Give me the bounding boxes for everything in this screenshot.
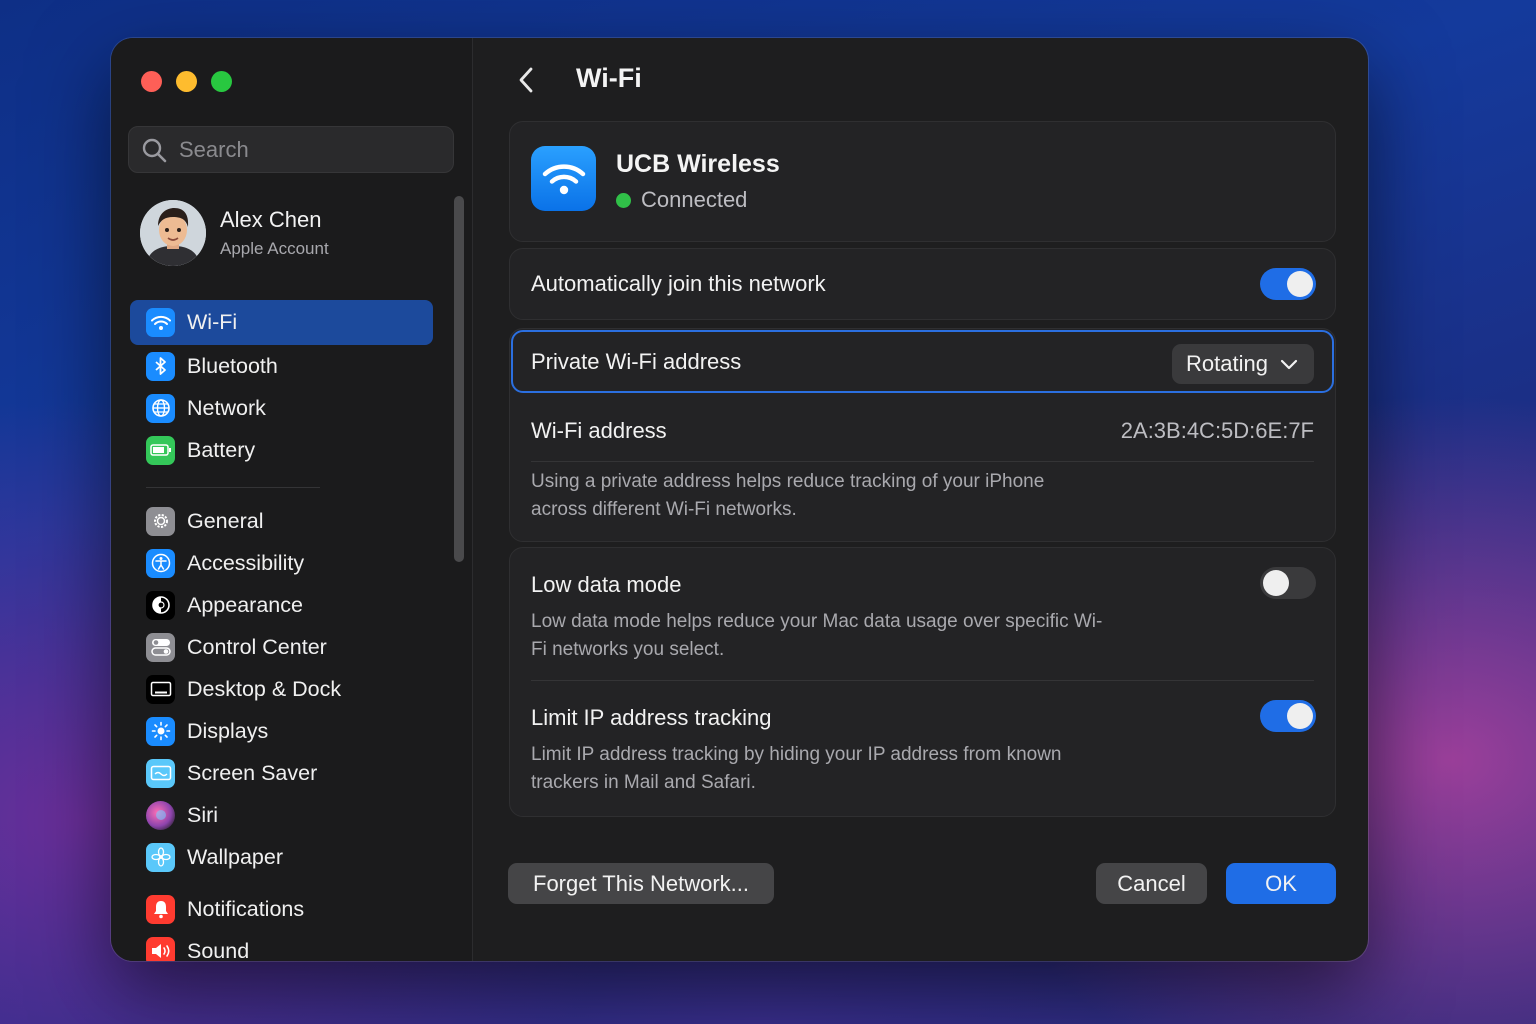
low-data-toggle[interactable] xyxy=(1260,567,1316,599)
auto-join-label: Automatically join this network xyxy=(531,271,826,296)
sidebar-item-network[interactable]: Network xyxy=(130,387,433,429)
row-divider xyxy=(531,680,1314,681)
sidebar-item-label: Network xyxy=(187,395,266,420)
sidebar-item-battery[interactable]: Battery xyxy=(130,429,433,471)
gear-icon xyxy=(146,506,175,536)
row-divider xyxy=(531,461,1314,462)
sidebar-scrollbar[interactable] xyxy=(454,196,464,562)
sidebar-item-sound[interactable]: Sound xyxy=(130,930,433,961)
auto-join-row: Automatically join this network xyxy=(509,248,1336,320)
sidebar-nav: Wi-Fi Bluetooth Network Battery General … xyxy=(130,300,433,961)
siri-icon xyxy=(146,800,175,830)
globe-icon xyxy=(146,393,175,423)
limit-ip-description: Limit IP address tracking by hiding your… xyxy=(531,744,1062,793)
ok-button[interactable]: OK xyxy=(1226,863,1336,904)
private-address-label: Private Wi-Fi address xyxy=(531,349,742,374)
sidebar-item-desktop-dock[interactable]: Desktop & Dock xyxy=(130,668,433,710)
data-options-card: Low data mode Low data mode helps reduce… xyxy=(509,547,1336,817)
limit-ip-label: Limit IP address tracking xyxy=(531,705,772,730)
sidebar-item-accessibility[interactable]: Accessibility xyxy=(130,542,433,584)
chevron-down-icon xyxy=(1280,359,1298,370)
sidebar-item-label: Accessibility xyxy=(187,550,305,575)
sidebar-item-label: Control Center xyxy=(187,634,327,659)
dock-icon xyxy=(146,674,175,704)
page-title: Wi-Fi xyxy=(576,63,642,93)
sidebar-item-siri[interactable]: Siri xyxy=(130,794,433,836)
sidebar-item-label: Wi-Fi xyxy=(187,310,238,334)
avatar xyxy=(140,200,206,266)
sidebar-item-label: Displays xyxy=(187,718,269,743)
search-input[interactable] xyxy=(177,135,421,164)
sidebar: Alex Chen Apple Account Wi-Fi Bluetooth xyxy=(111,38,473,961)
sidebar-item-displays[interactable]: Displays xyxy=(130,710,433,752)
accessibility-icon xyxy=(146,548,175,578)
sidebar-item-label: Notifications xyxy=(187,896,305,921)
account-name: Alex Chen xyxy=(220,207,322,232)
apple-account[interactable]: Alex Chen Apple Account xyxy=(140,200,329,266)
chevron-left-icon xyxy=(519,67,533,93)
sidebar-item-bluetooth[interactable]: Bluetooth xyxy=(130,345,433,387)
wifi-network-icon xyxy=(531,146,596,211)
sidebar-divider xyxy=(146,487,320,488)
sidebar-item-label: General xyxy=(187,508,264,533)
connection-status: Connected xyxy=(616,187,747,213)
account-subtitle: Apple Account xyxy=(220,239,329,258)
sidebar-item-label: Siri xyxy=(187,802,219,827)
wifi-address-value: 2A:3B:4C:5D:6E:7F xyxy=(1120,418,1314,443)
sidebar-item-label: Wallpaper xyxy=(187,844,283,869)
connection-status-text: Connected xyxy=(641,187,748,212)
sidebar-item-label: Desktop & Dock xyxy=(187,676,342,701)
sidebar-item-appearance[interactable]: Appearance xyxy=(130,584,433,626)
network-summary-card: UCB Wireless Connected xyxy=(509,121,1336,242)
settings-window: Alex Chen Apple Account Wi-Fi Bluetooth xyxy=(111,38,1368,961)
minimize-window-button[interactable] xyxy=(176,71,197,92)
sidebar-item-wifi[interactable]: Wi-Fi xyxy=(130,300,433,345)
zoom-window-button[interactable] xyxy=(211,71,232,92)
cancel-button[interactable]: Cancel xyxy=(1096,863,1207,904)
search-icon xyxy=(142,138,167,162)
low-data-label: Low data mode xyxy=(531,572,682,597)
sidebar-item-notifications[interactable]: Notifications xyxy=(130,888,433,930)
close-window-button[interactable] xyxy=(141,71,162,92)
private-address-value: Rotating xyxy=(1186,351,1268,376)
appearance-icon xyxy=(146,590,175,620)
limit-ip-toggle[interactable] xyxy=(1260,700,1316,732)
sidebar-item-screen-saver[interactable]: Screen Saver xyxy=(130,752,433,794)
speaker-icon xyxy=(146,936,175,961)
auto-join-toggle[interactable] xyxy=(1260,268,1316,300)
sidebar-item-general[interactable]: General xyxy=(130,500,433,542)
bluetooth-icon xyxy=(146,351,175,381)
sidebar-item-label: Sound xyxy=(187,938,250,962)
private-address-select[interactable]: Rotating xyxy=(1172,344,1314,384)
sidebar-item-label: Bluetooth xyxy=(187,353,278,378)
sun-icon xyxy=(146,716,175,746)
low-data-description: Low data mode helps reduce your Mac data… xyxy=(531,611,1103,660)
flower-icon xyxy=(146,842,175,872)
back-button[interactable] xyxy=(511,63,541,97)
sidebar-item-control-center[interactable]: Control Center xyxy=(130,626,433,668)
memoji-icon xyxy=(140,200,206,266)
sidebar-item-label: Screen Saver xyxy=(187,760,318,785)
private-address-description: Using a private address helps reduce tra… xyxy=(531,471,1045,520)
main-pane: Wi-Fi UCB Wireless Connected Automatical… xyxy=(473,38,1368,961)
status-dot-icon xyxy=(616,192,631,208)
sidebar-item-label: Battery xyxy=(187,437,256,462)
search-field[interactable] xyxy=(128,126,454,173)
sidebar-item-label: Appearance xyxy=(187,592,303,617)
battery-icon xyxy=(146,435,175,465)
private-address-card: Private Wi-Fi address Rotating Wi-Fi add… xyxy=(509,328,1336,542)
private-address-row: Private Wi-Fi address Rotating xyxy=(511,330,1334,393)
network-name: UCB Wireless xyxy=(616,150,780,178)
screen-saver-icon xyxy=(146,758,175,788)
wifi-icon xyxy=(146,308,175,337)
bell-icon xyxy=(146,894,175,924)
forget-network-button[interactable]: Forget This Network... xyxy=(508,863,774,904)
sidebar-item-wallpaper[interactable]: Wallpaper xyxy=(130,836,433,878)
wifi-address-label: Wi-Fi address xyxy=(531,418,667,443)
control-center-icon xyxy=(146,632,175,662)
